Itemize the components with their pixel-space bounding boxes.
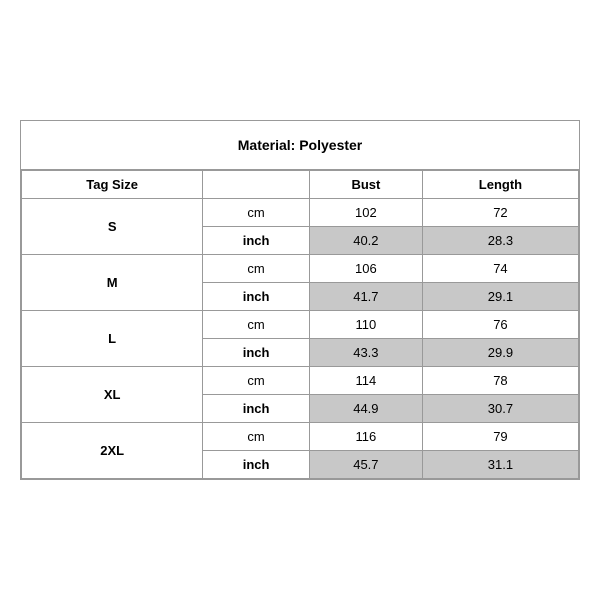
unit-cell-cm: cm xyxy=(203,199,310,227)
chart-title: Material: Polyester xyxy=(21,121,579,170)
unit-cell-inch: inch xyxy=(203,227,310,255)
header-tag-size: Tag Size xyxy=(22,171,203,199)
bust-inch: 41.7 xyxy=(309,283,422,311)
length-cm: 78 xyxy=(422,367,578,395)
table-row: XLcm11478 xyxy=(22,367,579,395)
length-inch: 29.9 xyxy=(422,339,578,367)
unit-cell-cm: cm xyxy=(203,367,310,395)
table-row: 2XLcm11679 xyxy=(22,423,579,451)
tag-size-cell: 2XL xyxy=(22,423,203,479)
length-inch: 31.1 xyxy=(422,451,578,479)
unit-cell-cm: cm xyxy=(203,255,310,283)
unit-cell-cm: cm xyxy=(203,311,310,339)
length-cm: 79 xyxy=(422,423,578,451)
bust-inch: 45.7 xyxy=(309,451,422,479)
length-cm: 76 xyxy=(422,311,578,339)
header-length: Length xyxy=(422,171,578,199)
length-inch: 28.3 xyxy=(422,227,578,255)
unit-cell-cm: cm xyxy=(203,423,310,451)
unit-cell-inch: inch xyxy=(203,451,310,479)
bust-cm: 106 xyxy=(309,255,422,283)
unit-cell-inch: inch xyxy=(203,283,310,311)
length-cm: 74 xyxy=(422,255,578,283)
bust-cm: 116 xyxy=(309,423,422,451)
table-row: Scm10272 xyxy=(22,199,579,227)
header-bust: Bust xyxy=(309,171,422,199)
length-inch: 30.7 xyxy=(422,395,578,423)
size-table: Tag Size Bust Length Scm10272inch40.228.… xyxy=(21,170,579,479)
bust-inch: 43.3 xyxy=(309,339,422,367)
tag-size-cell: L xyxy=(22,311,203,367)
bust-inch: 44.9 xyxy=(309,395,422,423)
bust-cm: 102 xyxy=(309,199,422,227)
header-unit-col xyxy=(203,171,310,199)
bust-cm: 110 xyxy=(309,311,422,339)
table-row: Lcm11076 xyxy=(22,311,579,339)
bust-inch: 40.2 xyxy=(309,227,422,255)
unit-cell-inch: inch xyxy=(203,395,310,423)
unit-cell-inch: inch xyxy=(203,339,310,367)
length-cm: 72 xyxy=(422,199,578,227)
tag-size-cell: M xyxy=(22,255,203,311)
table-row: Mcm10674 xyxy=(22,255,579,283)
tag-size-cell: S xyxy=(22,199,203,255)
tag-size-cell: XL xyxy=(22,367,203,423)
size-chart-container: Material: Polyester Tag Size Bust Length… xyxy=(20,120,580,480)
length-inch: 29.1 xyxy=(422,283,578,311)
bust-cm: 114 xyxy=(309,367,422,395)
